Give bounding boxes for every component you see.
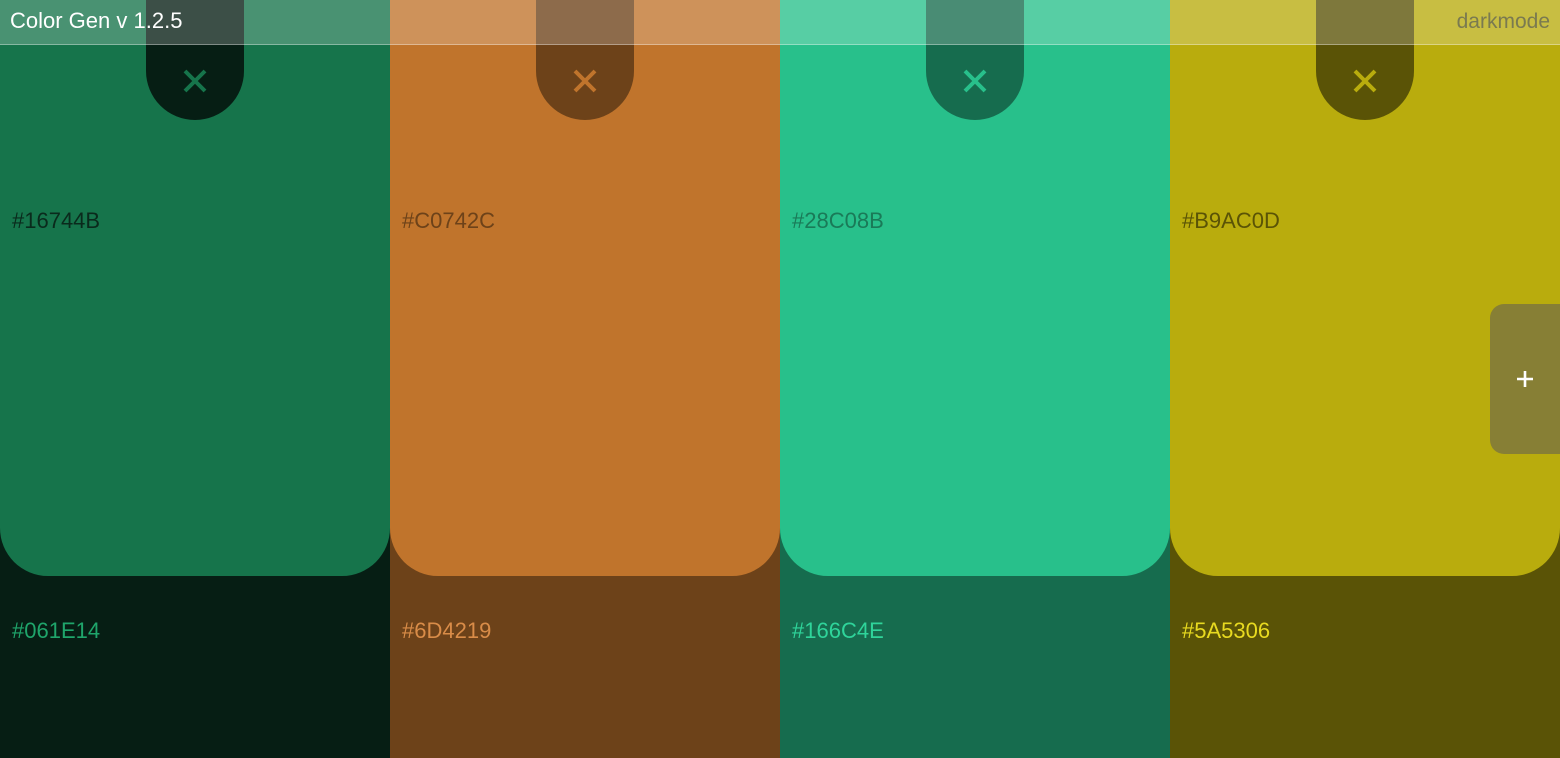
app-title: Color Gen v 1.2.5 [10,8,183,33]
close-icon [1353,69,1377,93]
shade-hex-label[interactable]: #061E14 [12,618,100,644]
shade-hex-label[interactable]: #166C4E [792,618,884,644]
shade-hex-label[interactable]: #6D4219 [402,618,491,644]
close-icon [183,69,207,93]
plus-icon [1517,371,1533,387]
color-hex-label[interactable]: #28C08B [792,208,884,234]
darkmode-toggle[interactable]: darkmode [1457,9,1550,35]
close-icon [573,69,597,93]
shade-hex-label[interactable]: #5A5306 [1182,618,1270,644]
color-hex-label[interactable]: #16744B [12,208,100,234]
palette-columns: #16744B #061E14 #C0742C #6D4219 #28C08B … [0,0,1560,758]
app-header: Color Gen v 1.2.5 darkmode [0,0,1560,45]
color-hex-label[interactable]: #C0742C [402,208,495,234]
close-icon [963,69,987,93]
color-column: #16744B #061E14 [0,0,390,758]
color-column: #28C08B #166C4E [780,0,1170,758]
color-column: #C0742C #6D4219 [390,0,780,758]
color-hex-label[interactable]: #B9AC0D [1182,208,1280,234]
add-color-button[interactable] [1490,304,1560,454]
